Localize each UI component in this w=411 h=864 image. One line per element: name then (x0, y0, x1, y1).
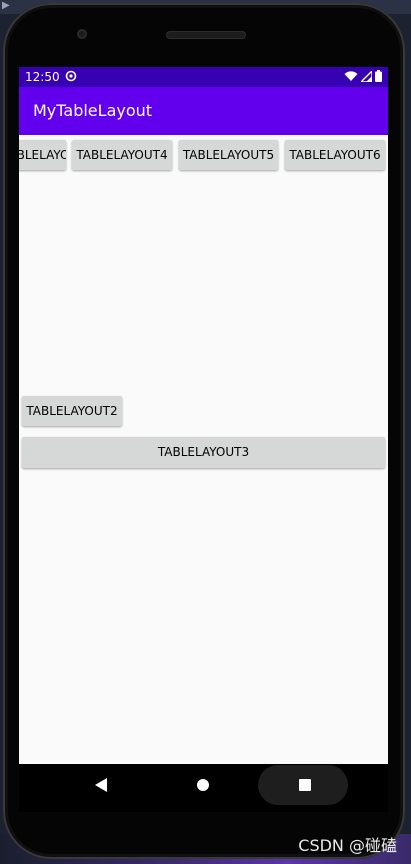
app-bar: MyTableLayout (19, 87, 388, 135)
play-arrow-icon: ▶ (2, 0, 10, 11)
watermark: CSDN @碰磕 (298, 836, 397, 855)
back-icon[interactable] (95, 778, 107, 792)
battery-icon (375, 70, 382, 82)
tablelayout4-button[interactable]: TABLELAYOUT4 (72, 140, 172, 170)
app-title: MyTableLayout (33, 101, 153, 120)
sync-notification-icon (65, 70, 77, 82)
status-time: 12:50 (25, 70, 60, 84)
tablelayout2-button[interactable]: TABLELAYOUT2 (22, 396, 122, 426)
earpiece-speaker (166, 31, 246, 39)
tablelayout6-button[interactable]: TABLELAYOUT6 (285, 140, 385, 170)
signal-icon (361, 70, 372, 82)
tablelayout5-button[interactable]: TABLELAYOUT5 (179, 140, 278, 170)
recents-icon[interactable] (299, 779, 311, 791)
tablelayout3-full-width-button[interactable]: TABLELAYOUT3 (22, 437, 385, 468)
navigation-bar (19, 764, 388, 812)
status-icons (344, 70, 382, 82)
device-screen: 12:50 MyTableLayout TABLELAYOUT3 TABLELA… (19, 67, 388, 764)
wifi-icon (344, 71, 358, 81)
front-camera (77, 29, 87, 39)
main-content: TABLELAYOUT3 TABLELAYOUT4 TABLELAYOUT5 T… (19, 135, 388, 764)
home-icon[interactable] (197, 779, 209, 791)
status-bar: 12:50 (19, 67, 388, 87)
tablelayout3-row-button[interactable]: TABLELAYOUT3 (19, 140, 66, 170)
